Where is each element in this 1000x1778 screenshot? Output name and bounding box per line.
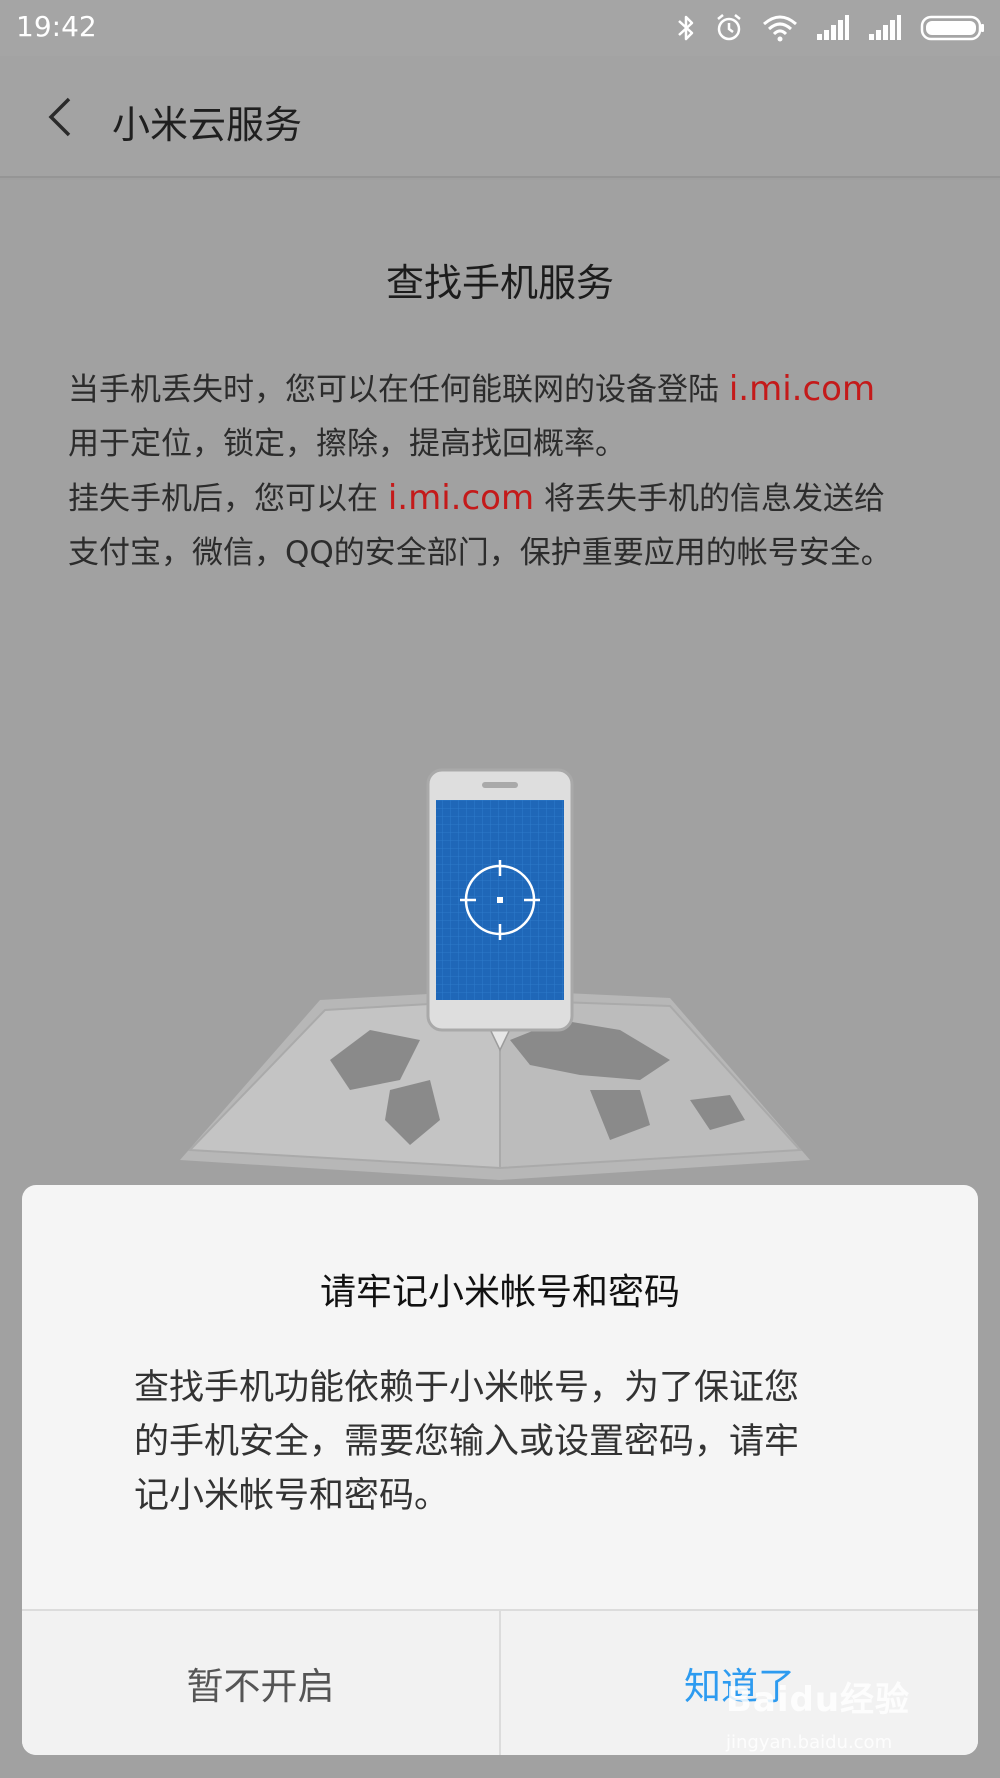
description-text: 将丢失手机的信息发送给 xyxy=(534,481,885,517)
service-description: 当手机丢失时，您可以在任何能联网的设备登陆 i.mi.com 用于定位，锁定，擦… xyxy=(68,362,948,580)
dialog-message: 查找手机功能依赖于小米帐号，为了保证您 的手机安全，需要您输入或设置密码，请牢 … xyxy=(134,1361,894,1523)
description-text: 支付宝，微信，QQ的安全部门，保护重要应用的帐号安全。 xyxy=(68,535,892,571)
imi-link[interactable]: i.mi.com xyxy=(729,369,875,409)
description-text: 用于定位，锁定，擦除，提高找回概率。 xyxy=(68,426,626,462)
description-line: 支付宝，微信，QQ的安全部门，保护重要应用的帐号安全。 xyxy=(68,526,948,580)
description-line: 用于定位，锁定，擦除，提高找回概率。 xyxy=(68,417,948,471)
not-now-button[interactable]: 暂不开启 xyxy=(22,1611,501,1755)
status-time: 19:42 xyxy=(16,10,97,43)
status-icons xyxy=(676,10,986,46)
description-line: 当手机丢失时，您可以在任何能联网的设备登陆 i.mi.com xyxy=(68,362,948,417)
header-title: 小米云服务 xyxy=(112,103,303,147)
imi-link[interactable]: i.mi.com xyxy=(388,478,534,518)
signal-icon xyxy=(817,15,849,40)
wifi-icon xyxy=(763,15,797,42)
back-button[interactable] xyxy=(34,88,86,146)
description-line: 挂失手机后，您可以在 i.mi.com 将丢失手机的信息发送给 xyxy=(68,471,948,526)
description-text: 挂失手机后，您可以在 xyxy=(68,481,388,517)
status-bar: 19:42 xyxy=(0,0,1000,56)
baidu-jingyan-watermark: Baidu经验 jingyan.baidu.com xyxy=(722,1668,942,1768)
dialog-message-line: 查找手机功能依赖于小米帐号，为了保证您 xyxy=(134,1368,800,1408)
chevron-left-icon xyxy=(48,97,71,137)
signal-icon xyxy=(869,15,901,40)
phone-locator-map-illustration xyxy=(180,768,810,1180)
battery-icon xyxy=(920,15,984,41)
watermark-brand: Baidu经验 xyxy=(726,1680,911,1720)
dialog-message-line: 的手机安全，需要您输入或设置密码，请牢 xyxy=(134,1422,800,1462)
description-text: 当手机丢失时，您可以在任何能联网的设备登陆 xyxy=(68,372,729,408)
app-header: 小米云服务 xyxy=(0,56,1000,178)
page-heading: 查找手机服务 xyxy=(385,261,614,305)
dialog-message-line: 记小米帐号和密码。 xyxy=(134,1476,450,1516)
bluetooth-icon xyxy=(678,15,694,41)
alarm-icon xyxy=(717,14,741,41)
dialog-title: 请牢记小米帐号和密码 xyxy=(319,1272,680,1313)
watermark-url: jingyan.baidu.com xyxy=(726,1732,893,1753)
